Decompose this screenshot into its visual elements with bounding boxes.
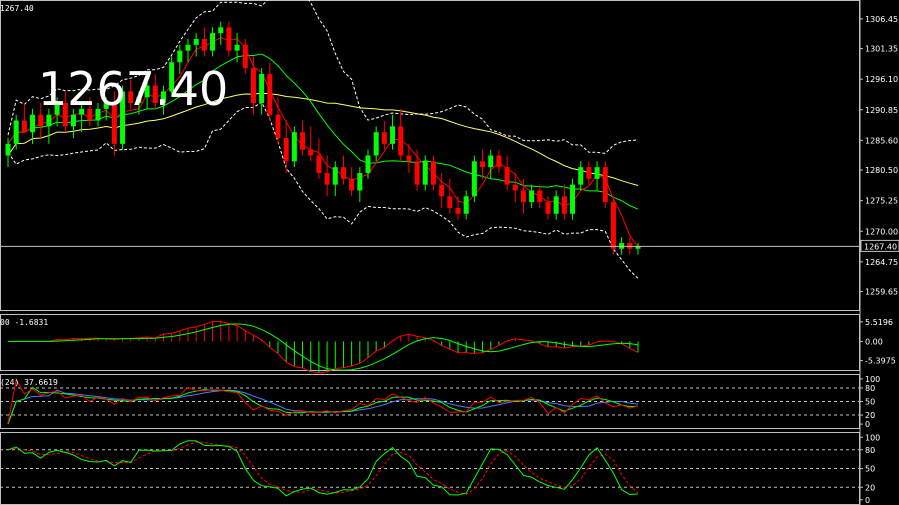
candle-body <box>545 202 551 214</box>
price-tick-label: 1285.60 <box>865 136 898 145</box>
macd-label: 00 -1.6831 <box>0 318 49 327</box>
candle-body <box>70 114 76 127</box>
candle-body <box>242 44 248 69</box>
macd-tick-label: -5.3975 <box>865 357 896 366</box>
candle-body <box>308 149 314 156</box>
candle-body <box>594 167 600 179</box>
candle-body <box>398 126 404 156</box>
candle-body <box>365 155 371 173</box>
rsi-tick-label: 50 <box>865 398 875 407</box>
candle-body <box>324 172 330 185</box>
candle-body <box>316 155 322 173</box>
candle-body <box>5 143 11 156</box>
candle-body <box>381 132 387 144</box>
candle-body <box>520 190 526 203</box>
candle-body <box>250 68 256 104</box>
candle-body <box>201 38 207 51</box>
price-tick-label: 1306.45 <box>865 15 898 24</box>
candle-body <box>610 202 616 249</box>
candle-body <box>578 167 584 185</box>
candle-body <box>414 161 420 185</box>
candle-body <box>185 44 191 51</box>
candle-body <box>177 50 183 63</box>
candle-body <box>488 155 494 168</box>
candle-body <box>357 172 363 191</box>
candle-body <box>619 242 625 249</box>
candle-body <box>422 161 428 185</box>
candle-body <box>267 73 273 115</box>
candle-body <box>340 167 346 179</box>
stoch-tick-label: 0 <box>865 496 870 505</box>
candle-body <box>455 207 461 214</box>
candle-body <box>21 120 27 133</box>
stoch-tick-label: 20 <box>865 483 875 492</box>
candle-body <box>430 161 436 185</box>
rsi-green-line <box>7 386 639 425</box>
price-tick-label: 1296.10 <box>865 75 898 84</box>
candle-body <box>38 114 44 127</box>
candle-body <box>349 178 355 191</box>
price-tick-label: 1270.00 <box>865 227 898 236</box>
rsi-label: (24) 37.6619 <box>0 378 58 387</box>
candle-body <box>537 190 543 203</box>
current-price-tag: 1267.40 <box>864 242 897 251</box>
panel-frame-price <box>0 0 860 311</box>
candle-body <box>447 196 453 208</box>
price-tick-label: 1275.25 <box>865 197 898 206</box>
candle-body <box>496 155 502 168</box>
candle-body <box>300 132 306 150</box>
price-tick-label: 1280.50 <box>865 166 898 175</box>
candle-body <box>332 167 338 185</box>
candle-body <box>570 184 576 214</box>
candle-body <box>512 184 518 191</box>
candle-body <box>406 155 412 162</box>
candle-body <box>259 73 265 104</box>
rsi-tick-label: 0 <box>865 420 870 429</box>
candle-body <box>234 44 240 51</box>
price-tick-label: 1290.85 <box>865 106 898 115</box>
candle-body <box>463 196 469 214</box>
candle-body <box>226 27 232 51</box>
candle-body <box>480 161 486 168</box>
macd-tick-label: 0.00 <box>865 337 883 346</box>
candle-body <box>561 196 567 214</box>
panel-frame-macd <box>0 314 860 371</box>
candle-body <box>504 167 510 185</box>
symbol-price-label: 1267.40 <box>0 4 34 13</box>
price-tick-label: 1259.65 <box>865 288 898 297</box>
candle-body <box>586 167 592 179</box>
candle-body <box>439 184 445 197</box>
big-price-overlay: 1267.40 <box>38 62 229 116</box>
candle-body <box>283 138 289 162</box>
rsi-tick-label: 80 <box>865 384 875 393</box>
rsi-tick-label: 100 <box>865 375 880 384</box>
candle-body <box>373 132 379 156</box>
candle-body <box>471 161 477 197</box>
candle-body <box>30 114 36 133</box>
candle-body <box>602 167 608 203</box>
stoch-tick-label: 100 <box>865 433 880 442</box>
candle-body <box>193 38 199 45</box>
candle-body <box>627 242 633 249</box>
candle-body <box>218 27 224 34</box>
price-tick-label: 1301.35 <box>865 45 898 54</box>
candle-body <box>275 114 281 139</box>
candle-body <box>529 190 535 203</box>
stoch-tick-label: 50 <box>865 465 875 474</box>
rsi-tick-label: 20 <box>865 411 875 420</box>
panel-frame-stoch <box>0 432 860 505</box>
stoch-tick-label: 80 <box>865 446 875 455</box>
candle-body <box>46 114 52 127</box>
candle-body <box>13 120 19 144</box>
candle-body <box>210 33 216 51</box>
price-tick-label: 1264.75 <box>865 258 898 267</box>
macd-line <box>8 321 639 374</box>
candle-body <box>291 132 297 162</box>
bollinger-lower <box>7 101 639 279</box>
candle-body <box>553 196 559 214</box>
candle-body <box>390 126 396 144</box>
macd-signal-line <box>8 323 639 371</box>
macd-tick-label: 5.5196 <box>865 318 893 327</box>
